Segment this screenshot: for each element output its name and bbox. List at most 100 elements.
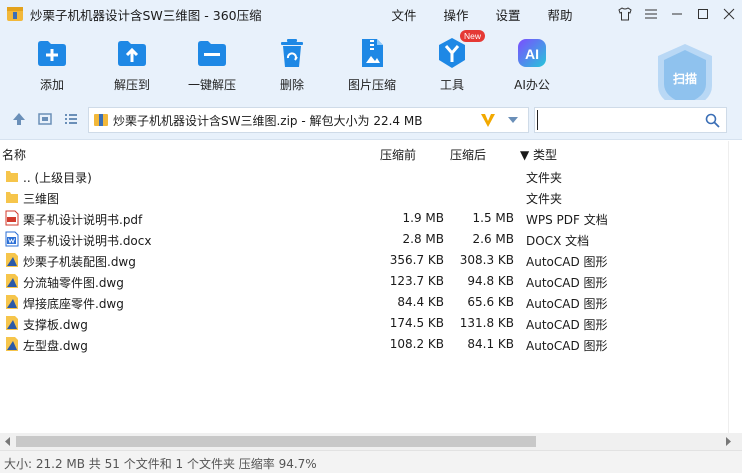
size-before: 174.5 KB <box>389 316 444 330</box>
add-label: 添加 <box>39 78 64 92</box>
menu-bar: 文件 操作 设置 帮助 <box>378 0 586 28</box>
file-name: 栗子机设计说明书.pdf <box>23 213 143 227</box>
column-header-type[interactable]: ▼ 类型 <box>520 146 557 163</box>
file-row[interactable]: 栗子机设计说明书.docx 2.8 MB 2.6 MB DOCX 文档 <box>0 229 728 250</box>
zip-archive-icon <box>94 114 108 126</box>
window-menu-button[interactable] <box>638 0 664 28</box>
scroll-right-icon[interactable] <box>724 437 732 446</box>
search-icon[interactable] <box>705 113 720 128</box>
image-compress-icon <box>362 39 383 67</box>
size-before: 84.4 KB <box>397 295 444 309</box>
maximize-button[interactable] <box>690 0 716 28</box>
dwg-icon <box>5 336 19 352</box>
skin-shirt-button[interactable] <box>612 0 638 28</box>
one-click-extract-label: 一键解压 <box>187 78 236 92</box>
docx-icon <box>5 231 19 247</box>
file-row[interactable]: 分流轴零件图.dwg 123.7 KB 94.8 KB AutoCAD 图形 <box>0 271 728 292</box>
dwg-icon <box>5 273 19 289</box>
ai-office-button[interactable]: AI AI办公 <box>496 36 568 93</box>
size-after: 2.6 MB <box>472 232 514 246</box>
file-name: 左型盘.dwg <box>23 339 88 353</box>
shirt-icon <box>618 7 632 21</box>
file-name: .. (上级目录) <box>23 171 92 185</box>
file-row[interactable]: 栗子机设计说明书.pdf 1.9 MB 1.5 MB WPS PDF 文档 <box>0 208 728 229</box>
pdf-icon <box>5 210 19 226</box>
tools-button[interactable]: New 工具 <box>416 30 488 93</box>
file-row[interactable]: .. (上级目录) 文件夹 <box>0 166 728 187</box>
status-bar: 大小: 21.2 MB 共 51 个文件和 1 个文件夹 压缩率 94.7% <box>0 450 742 473</box>
thumbnail-view-icon[interactable] <box>38 112 52 126</box>
scroll-left-icon[interactable] <box>4 437 12 446</box>
minimize-button[interactable] <box>664 0 690 28</box>
up-arrow-icon[interactable] <box>12 112 26 126</box>
size-before: 2.8 MB <box>402 232 444 246</box>
hamburger-icon <box>645 9 657 19</box>
window-controls <box>612 0 742 28</box>
horizontal-scrollbar[interactable] <box>0 433 742 450</box>
size-after: 131.8 KB <box>459 316 514 330</box>
file-type: AutoCAD 图形 <box>526 318 608 332</box>
extract-to-label: 解压到 <box>113 78 150 92</box>
file-list: 名称 压缩前 压缩后 ▼ 类型 .. (上级目录) 文件夹 三维图 文件夹 栗子机设计说… <box>0 141 742 433</box>
chevron-down-icon[interactable] <box>507 116 519 124</box>
title-bar: 炒栗子机机器设计含SW三维图 - 360压缩 文件 操作 设置 帮助 <box>0 0 742 28</box>
file-type: AutoCAD 图形 <box>526 255 608 269</box>
menu-help[interactable]: 帮助 <box>534 5 586 24</box>
search-input[interactable] <box>537 110 697 130</box>
file-type: AutoCAD 图形 <box>526 339 608 353</box>
window-title: 炒栗子机机器设计含SW三维图 - 360压缩 <box>30 7 262 23</box>
dwg-icon <box>5 252 19 268</box>
extract-to-button[interactable]: 解压到 <box>96 36 168 93</box>
path-field[interactable]: 炒栗子机机器设计含SW三维图.zip - 解包大小为 22.4 MB <box>88 107 529 133</box>
menu-file[interactable]: 文件 <box>378 5 430 24</box>
size-after: 94.8 KB <box>467 274 514 288</box>
file-name: 炒栗子机装配图.dwg <box>23 255 136 269</box>
ai-icon-text: AI <box>525 46 539 62</box>
dwg-icon <box>5 315 19 331</box>
file-type: 文件夹 <box>526 192 563 206</box>
file-row[interactable]: 三维图 文件夹 <box>0 187 728 208</box>
delete-label: 删除 <box>279 78 304 92</box>
size-after: 1.5 MB <box>472 211 514 225</box>
file-row[interactable]: 左型盘.dwg 108.2 KB 84.1 KB AutoCAD 图形 <box>0 334 728 355</box>
file-type: AutoCAD 图形 <box>526 276 608 290</box>
vertical-scroll-edge <box>728 141 742 433</box>
menu-operate[interactable]: 操作 <box>430 5 482 24</box>
tools-label: 工具 <box>439 78 464 92</box>
size-after: 308.3 KB <box>459 253 514 267</box>
file-row[interactable]: 焊接底座零件.dwg 84.4 KB 65.6 KB AutoCAD 图形 <box>0 292 728 313</box>
horizontal-scroll-thumb[interactable] <box>16 436 536 447</box>
column-header-name[interactable]: 名称 <box>2 146 26 163</box>
menu-settings[interactable]: 设置 <box>482 5 534 24</box>
app-logo-icon <box>7 7 23 21</box>
v-logo-icon[interactable] <box>479 111 497 129</box>
file-type: WPS PDF 文档 <box>526 213 608 227</box>
new-badge: New <box>460 30 486 42</box>
add-button[interactable]: 添加 <box>16 36 88 93</box>
column-header-after[interactable]: 压缩后 <box>450 146 486 163</box>
file-row[interactable]: 支撑板.dwg 174.5 KB 131.8 KB AutoCAD 图形 <box>0 313 728 334</box>
file-name: 支撑板.dwg <box>23 318 88 332</box>
minimize-icon <box>672 13 682 15</box>
size-before: 356.7 KB <box>389 253 444 267</box>
file-row[interactable]: 炒栗子机装配图.dwg 356.7 KB 308.3 KB AutoCAD 图形 <box>0 250 728 271</box>
column-header-before[interactable]: 压缩前 <box>380 146 416 163</box>
list-view-icon[interactable] <box>64 112 78 126</box>
extract-to-icon <box>118 41 146 66</box>
file-name: 分流轴零件图.dwg <box>23 276 124 290</box>
delete-button[interactable]: 删除 <box>256 36 328 93</box>
maximize-icon <box>698 9 708 19</box>
one-click-extract-button[interactable]: 一键解压 <box>176 36 248 93</box>
address-bar: 炒栗子机机器设计含SW三维图.zip - 解包大小为 22.4 MB <box>0 100 742 140</box>
one-click-extract-icon <box>198 41 226 66</box>
file-type: 文件夹 <box>526 171 563 185</box>
close-button[interactable] <box>716 0 742 28</box>
status-text: 大小: 21.2 MB 共 51 个文件和 1 个文件夹 压缩率 94.7% <box>4 457 317 471</box>
search-box <box>534 107 727 133</box>
delete-icon <box>281 39 303 67</box>
size-after: 65.6 KB <box>467 295 514 309</box>
file-name: 三维图 <box>23 192 60 206</box>
folder-icon <box>5 168 19 184</box>
file-name: 焊接底座零件.dwg <box>23 297 124 311</box>
image-compress-button[interactable]: 图片压缩 <box>336 36 408 93</box>
